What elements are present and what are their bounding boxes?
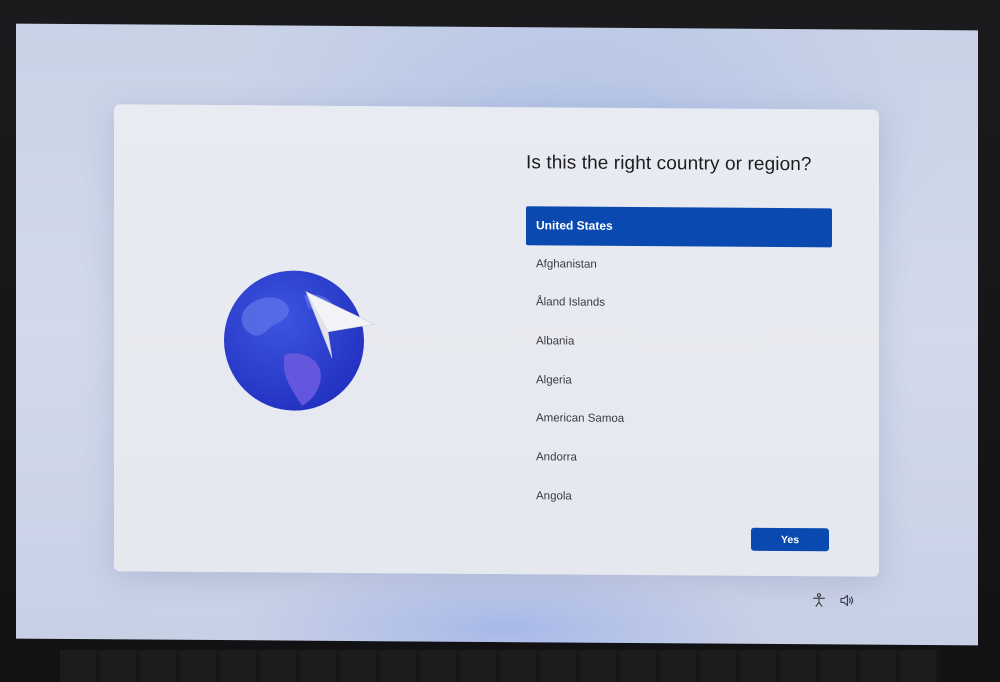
country-list[interactable]: United States Afghanistan Åland Islands … — [526, 206, 832, 518]
list-item[interactable]: American Samoa — [526, 400, 832, 441]
globe-icon — [224, 270, 375, 411]
list-item[interactable]: Andorra — [526, 438, 832, 479]
list-item-selected[interactable]: United States — [526, 206, 832, 248]
page-title: Is this the right country or region? — [526, 152, 812, 176]
setup-dialog: Is this the right country or region? Uni… — [114, 104, 879, 577]
list-item[interactable]: Afghanistan — [526, 245, 832, 286]
yes-button[interactable]: Yes — [751, 527, 829, 552]
list-item[interactable]: Angola — [526, 477, 832, 518]
list-item[interactable]: Albania — [526, 322, 832, 363]
list-item[interactable]: Algeria — [526, 361, 832, 402]
list-item[interactable]: Åland Islands — [526, 284, 832, 325]
oobe-screen: Is this the right country or region? Uni… — [16, 23, 978, 646]
accessibility-icon[interactable] — [811, 592, 827, 608]
globe-illustration — [224, 265, 394, 416]
volume-icon[interactable] — [839, 592, 855, 608]
keyboard-edge — [60, 650, 940, 682]
